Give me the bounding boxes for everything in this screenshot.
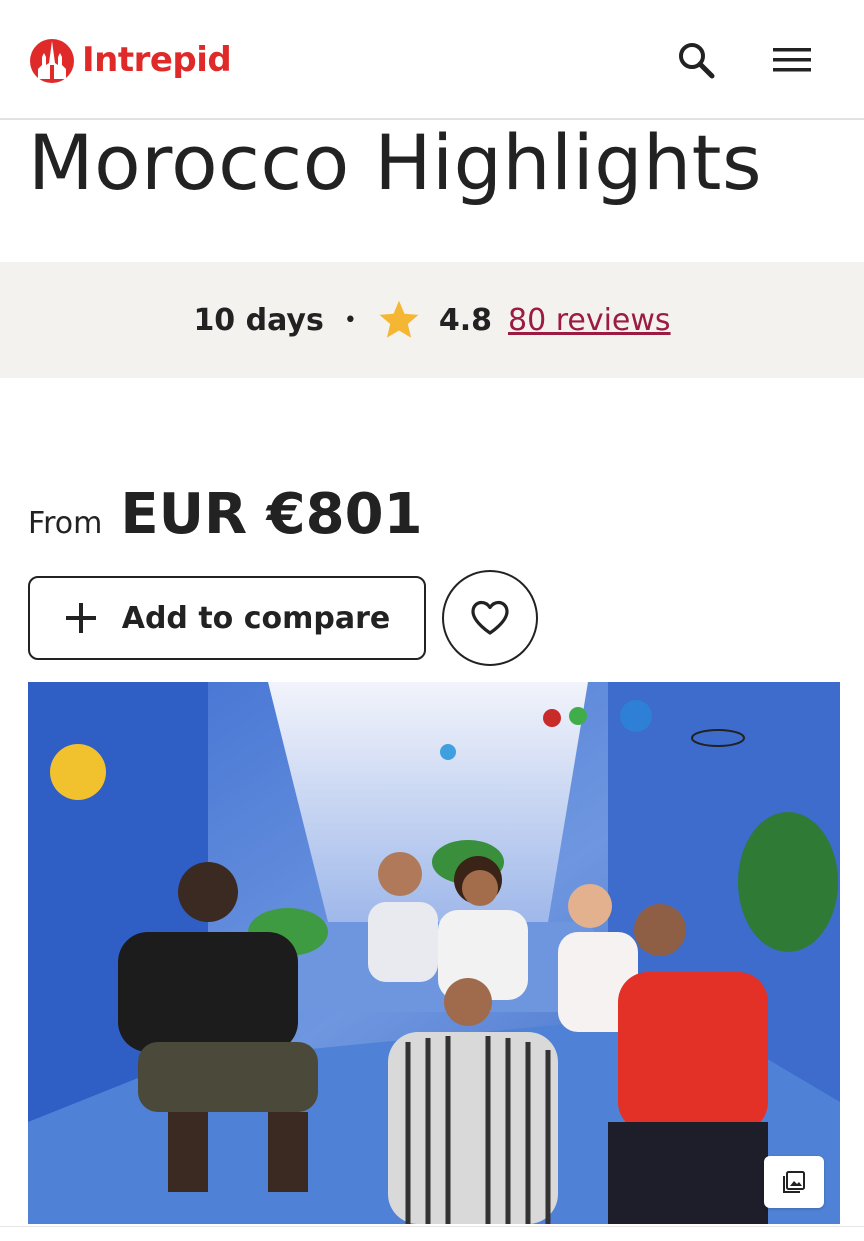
search-icon <box>679 43 715 79</box>
hamburger-menu-icon <box>773 48 811 72</box>
group-photo-chefchaouen <box>28 682 840 1224</box>
brand-name: Intrepid <box>82 40 232 80</box>
site-header: Intrepid <box>0 0 864 120</box>
price-row: From EUR €801 <box>28 482 423 547</box>
intrepid-logo[interactable]: Intrepid <box>28 34 232 86</box>
separator-dot: • <box>343 307 357 333</box>
search-button[interactable] <box>672 36 720 84</box>
star-icon <box>379 300 419 338</box>
image-gallery-icon <box>783 1171 805 1193</box>
rating-value: 4.8 <box>438 302 492 338</box>
page-title: Morocco Highlights <box>28 118 763 207</box>
add-to-compare-button[interactable]: Add to compare <box>28 576 426 660</box>
plus-icon <box>65 603 96 633</box>
favourite-button[interactable] <box>442 570 538 666</box>
trip-price: EUR €801 <box>120 482 423 547</box>
intrepid-logo-icon <box>30 39 74 83</box>
hero-image[interactable] <box>28 682 840 1224</box>
menu-button[interactable] <box>768 36 816 84</box>
trip-summary: 10 days • 4.8 80 reviews <box>193 298 671 342</box>
reviews-link[interactable]: 80 reviews <box>508 303 671 338</box>
price-from-label: From <box>28 506 103 541</box>
heart-icon <box>471 600 509 635</box>
add-to-compare-label: Add to compare <box>121 600 391 636</box>
trip-duration: 10 days <box>193 302 324 338</box>
gallery-button[interactable] <box>764 1156 824 1208</box>
bottom-edge <box>0 1226 864 1241</box>
trip-summary-band: 10 days • 4.8 80 reviews <box>0 262 864 378</box>
